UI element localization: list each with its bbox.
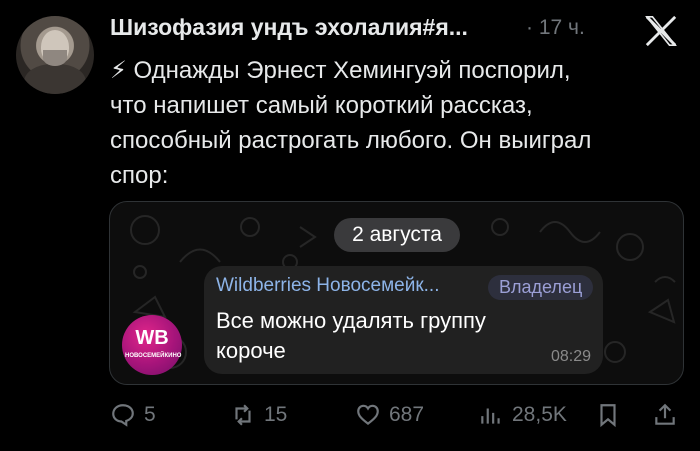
like-count: 687 [389, 403, 425, 426]
author-name[interactable]: Шизофазия ундъ эхолалия#я... [110, 14, 468, 41]
wb-avatar-logo: WB [135, 327, 169, 349]
post-media[interactable]: 2 августа WB НОВОСЕМЕЙКИНО Wildberries Н… [109, 201, 684, 385]
x-logo[interactable] [644, 14, 678, 48]
reply-button[interactable]: 5 [110, 398, 156, 432]
author-avatar[interactable] [16, 16, 94, 94]
wb-avatar[interactable]: WB НОВОСЕМЕЙКИНО [122, 315, 182, 375]
repost-button[interactable]: 15 [230, 398, 287, 432]
share-button[interactable] [652, 398, 686, 432]
post-text: ⚡ Однажды Эрнест Хемингуэй поспорил, что… [110, 57, 592, 189]
like-button[interactable]: 687 [355, 398, 424, 432]
views-count: 28,5K [512, 403, 567, 426]
message-sender[interactable]: Wildberries Новосемейк... [216, 275, 440, 297]
views-button[interactable]: 28,5K [478, 398, 567, 432]
wb-avatar-subtitle: НОВОСЕМЕЙКИНО [125, 353, 182, 359]
repost-icon [235, 404, 251, 426]
action-bar: 5 15 687 28,5K [0, 398, 700, 432]
bookmark-button[interactable] [595, 398, 629, 432]
heart-icon [357, 404, 379, 426]
reply-icon [112, 404, 134, 427]
share-icon [655, 403, 675, 425]
post-timestamp[interactable]: · 17 ч. [526, 16, 585, 40]
message-time: 08:29 [550, 348, 591, 365]
bookmark-icon [600, 404, 616, 428]
repost-count: 15 [264, 403, 288, 426]
message-bubble[interactable]: Wildberries Новосемейк... Владелец Все м… [204, 266, 603, 374]
message-text: Все можно удалять группу короче [216, 308, 486, 363]
date-pill: 2 августа [334, 218, 460, 252]
owner-badge: Владелец [488, 275, 594, 300]
views-icon [481, 408, 500, 424]
reply-count: 5 [144, 403, 156, 426]
